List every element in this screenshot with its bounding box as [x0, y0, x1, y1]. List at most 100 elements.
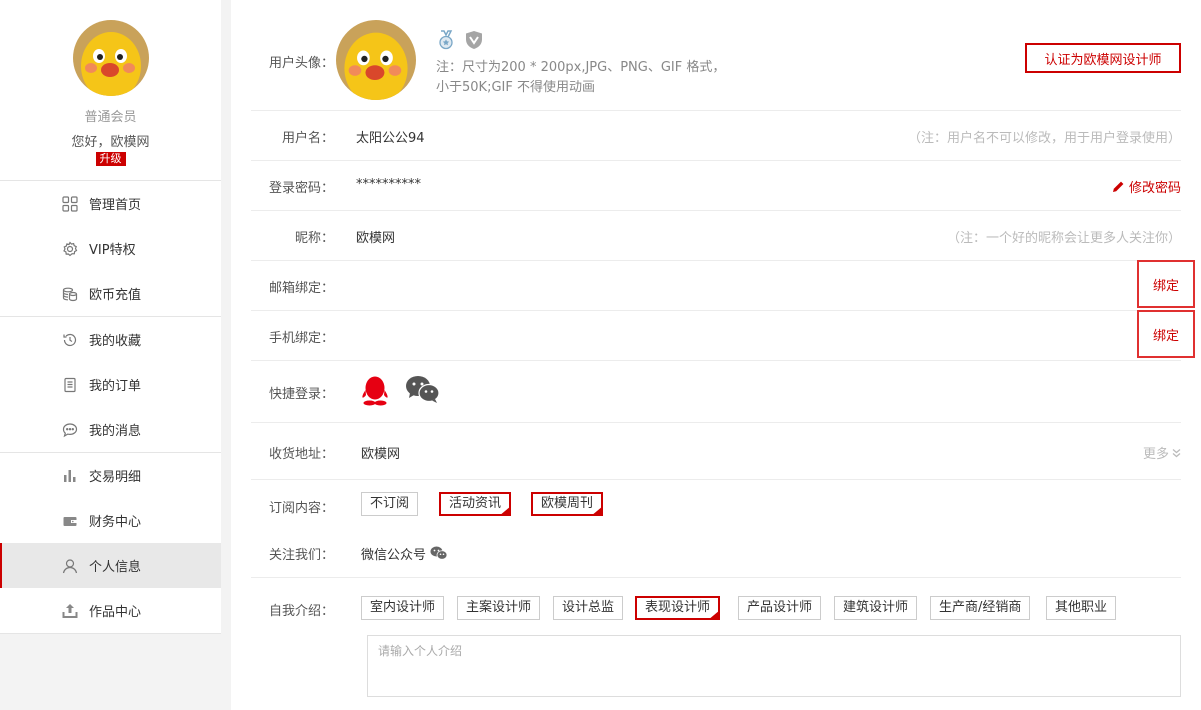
intro-option-director[interactable]: 设计总监 — [553, 596, 624, 620]
email-label: 邮箱绑定： — [268, 281, 334, 296]
subscribe-option-weekly[interactable]: 欧模周刊 ✓ — [531, 492, 604, 516]
sidebar-item-label: 作品中心 — [89, 605, 142, 620]
sidebar-item-label: 我的收藏 — [89, 334, 142, 349]
address-value: 欧模网 — [361, 447, 401, 462]
sidebar-item-works[interactable]: 作品中心 — [0, 588, 221, 633]
avatar-note-line2: 小于50K;GIF 不得使用动画 — [436, 80, 595, 95]
quick-login-row: 快捷登录： — [251, 361, 1181, 423]
intro-label: 自我介绍： — [268, 604, 334, 619]
sidebar-item-label: 我的消息 — [89, 424, 142, 439]
tag-label: 建筑设计师 — [843, 600, 909, 615]
email-bind-button[interactable]: 绑定 — [1137, 260, 1195, 308]
user-avatar[interactable] — [336, 20, 416, 100]
address-row: 收货地址： 欧模网 更多 — [251, 423, 1181, 480]
username-label: 用户名： — [281, 131, 334, 146]
upgrade-button[interactable]: 升级 — [95, 152, 126, 166]
username-value: 太阳公公94 — [356, 131, 425, 146]
sidebar-item-recharge[interactable]: 欧币充值 — [0, 271, 221, 316]
coins-icon — [61, 285, 79, 303]
sidebar-item-vip[interactable]: VIP特权 — [0, 226, 221, 271]
tag-label: 产品设计师 — [747, 600, 813, 615]
greeting: 您好，欧模网 — [71, 135, 150, 150]
qq-icon[interactable] — [361, 375, 389, 411]
nickname-note: （注：一个好的昵称会让更多人关注你） — [946, 231, 1181, 246]
subscribe-option-none[interactable]: 不订阅 — [361, 492, 419, 516]
phone-bind-button[interactable]: 绑定 — [1137, 310, 1195, 358]
verified-shield-icon[interactable] — [464, 30, 484, 54]
member-level: 普通会员 — [84, 110, 137, 125]
tag-label: 不订阅 — [370, 496, 410, 511]
follow-label: 关注我们： — [268, 548, 334, 563]
intro-option-interior[interactable]: 室内设计师 — [361, 596, 445, 620]
menu-group-1: 管理首页 VIP特权 欧币充值 — [0, 181, 221, 317]
check-icon: ✓ — [593, 505, 601, 514]
change-password-label: 修改密码 — [1128, 181, 1181, 196]
avatar-note-line1: 注：尺寸为200 * 200px,JPG、PNG、GIF 格式， — [436, 60, 726, 75]
pencil-icon — [1112, 180, 1125, 193]
change-password-link[interactable]: 修改密码 — [1112, 177, 1181, 196]
document-icon — [61, 376, 79, 394]
certify-designer-button[interactable]: 认证为欧模网设计师 — [1025, 43, 1181, 73]
sidebar-item-transactions[interactable]: 交易明细 — [0, 453, 221, 498]
avatar-label: 用户头像： — [268, 56, 334, 71]
chat-icon — [61, 421, 79, 439]
sidebar-item-label: VIP特权 — [89, 243, 136, 258]
wallet-icon — [61, 512, 79, 530]
sidebar-item-orders[interactable]: 我的订单 — [0, 362, 221, 407]
upload-icon — [61, 602, 79, 620]
tag-label: 室内设计师 — [370, 600, 436, 615]
wechat-official-account[interactable]: 微信公众号 — [361, 544, 448, 563]
intro-option-architect[interactable]: 建筑设计师 — [834, 596, 918, 620]
sidebar-item-label: 管理首页 — [89, 198, 142, 213]
nickname-value[interactable]: 欧模网 — [356, 227, 395, 246]
sidebar-item-messages[interactable]: 我的消息 — [0, 407, 221, 452]
tag-label: 活动资讯 — [449, 496, 502, 511]
intro-option-lead[interactable]: 主案设计师 — [457, 596, 541, 620]
password-label: 登录密码： — [268, 181, 334, 196]
username-row: 用户名： 太阳公公94 （注：用户名不可以修改，用于用户登录使用） — [251, 111, 1181, 161]
intro-option-render[interactable]: 表现设计师 ✓ — [635, 596, 721, 620]
follow-row: 关注我们： 微信公众号 — [251, 530, 1181, 578]
sidebar-item-favorites[interactable]: 我的收藏 — [0, 317, 221, 362]
sidebar-item-label: 财务中心 — [89, 515, 142, 530]
avatar[interactable] — [72, 20, 149, 96]
phone-label: 手机绑定： — [268, 331, 334, 346]
avatar-row: 用户头像： 注：尺寸为200 * 200px,JPG、PNG、GIF 格式， 小… — [251, 0, 1181, 111]
medal-icon[interactable] — [436, 30, 456, 54]
tag-label: 生产商/经销商 — [939, 600, 1022, 615]
follow-text: 微信公众号 — [361, 548, 427, 563]
profile-form: 用户头像： 注：尺寸为200 * 200px,JPG、PNG、GIF 格式， 小… — [231, 0, 1201, 710]
subscribe-option-events[interactable]: 活动资讯 ✓ — [439, 492, 512, 516]
menu-group-3: 交易明细 财务中心 个人信息 作品中心 — [0, 453, 221, 634]
sidebar-item-finance[interactable]: 财务中心 — [0, 498, 221, 543]
grid-icon — [61, 195, 79, 213]
wechat-icon[interactable] — [405, 375, 441, 409]
email-row: 邮箱绑定： 绑定 — [251, 260, 1195, 311]
tag-label: 表现设计师 — [645, 600, 711, 615]
check-icon: ✓ — [501, 505, 509, 514]
sidebar-item-dashboard[interactable]: 管理首页 — [0, 181, 221, 226]
tag-label: 主案设计师 — [466, 600, 532, 615]
wechat-icon — [430, 546, 448, 561]
sidebar-item-profile[interactable]: 个人信息 — [0, 543, 221, 588]
bar-chart-icon — [61, 467, 79, 485]
sidebar-item-label: 我的订单 — [89, 379, 142, 394]
tag-label: 欧模周刊 — [541, 496, 594, 511]
address-more-link[interactable]: 更多 — [1143, 443, 1181, 462]
menu-group-2: 我的收藏 我的订单 我的消息 — [0, 317, 221, 453]
subscribe-row: 订阅内容： 不订阅 活动资讯 ✓ 欧模周刊 ✓ — [251, 480, 1181, 530]
password-value: ********** — [356, 177, 421, 192]
intro-option-product[interactable]: 产品设计师 — [738, 596, 822, 620]
sidebar-profile: 普通会员 您好，欧模网 升级 — [0, 0, 221, 181]
tag-label: 设计总监 — [562, 600, 615, 615]
intro-option-manufacturer[interactable]: 生产商/经销商 — [930, 596, 1031, 620]
sidebar-item-label: 交易明细 — [89, 470, 142, 485]
sidebar-item-label: 欧币充值 — [89, 288, 142, 303]
intro-option-other[interactable]: 其他职业 — [1046, 596, 1117, 620]
history-icon — [61, 331, 79, 349]
intro-textarea[interactable] — [367, 635, 1181, 697]
phone-row: 手机绑定： 绑定 — [251, 310, 1195, 361]
user-icon — [61, 557, 79, 575]
check-icon: ✓ — [710, 609, 718, 618]
subscribe-label: 订阅内容： — [268, 501, 334, 516]
